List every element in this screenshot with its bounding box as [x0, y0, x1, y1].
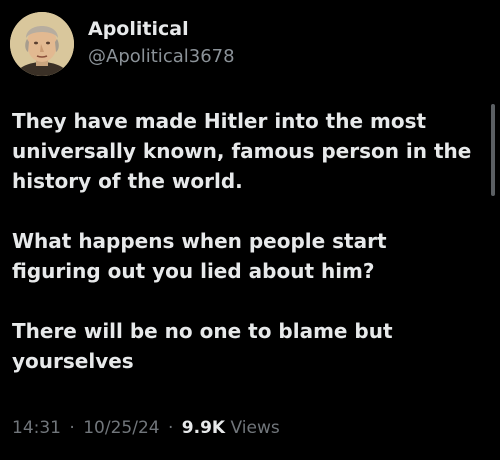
- views-count[interactable]: 9.9K: [182, 418, 225, 438]
- author-handle[interactable]: @Apolitical3678: [88, 46, 235, 67]
- tweet-time[interactable]: 14:31: [12, 418, 61, 438]
- tweet-metadata: 14:31 · 10/25/24 · 9.9K Views: [12, 418, 280, 438]
- tweet-text: They have made Hitler into the most univ…: [12, 106, 478, 406]
- portrait-icon: [10, 12, 74, 76]
- separator-dot: ·: [69, 418, 75, 438]
- avatar[interactable]: [10, 12, 74, 76]
- tweet-paragraph: They have made Hitler into the most univ…: [12, 109, 472, 193]
- tweet-paragraph: There will be no one to blame but yourse…: [12, 319, 393, 373]
- author-display-name[interactable]: Apolitical: [88, 18, 189, 40]
- separator-dot: ·: [167, 418, 174, 438]
- tweet-paragraph: What happens when people start figuring …: [12, 229, 387, 283]
- scrollbar[interactable]: [491, 104, 495, 196]
- tweet-container: Apolitical @Apolitical3678 They have mad…: [0, 0, 500, 460]
- tweet-date[interactable]: 10/25/24: [83, 418, 159, 438]
- views-label: Views: [230, 418, 280, 438]
